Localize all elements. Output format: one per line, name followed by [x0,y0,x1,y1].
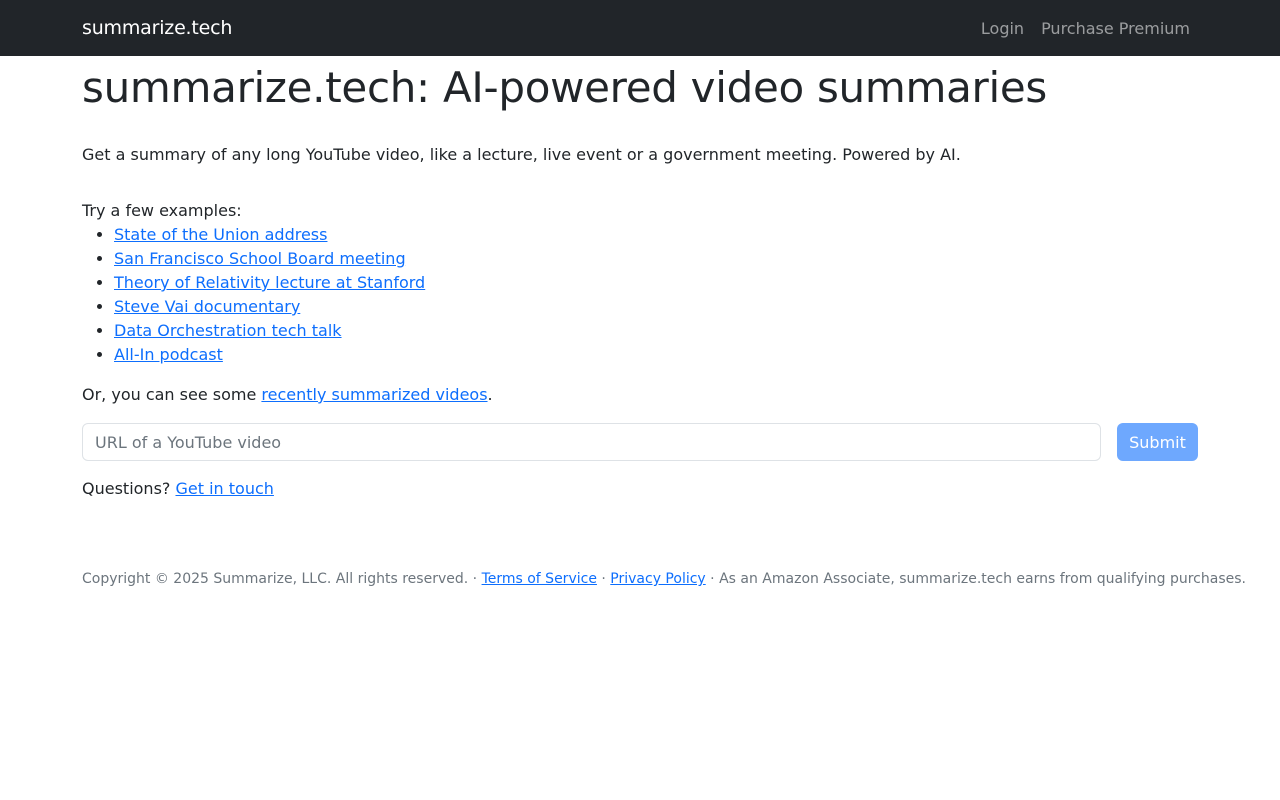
example-item: Data Orchestration tech talk [114,319,1198,343]
lead-text: Get a summary of any long YouTube video,… [82,145,961,164]
example-item: Steve Vai documentary [114,295,1198,319]
get-in-touch-link[interactable]: Get in touch [175,479,273,498]
footer-separator: · [705,571,720,587]
youtube-url-input[interactable] [82,423,1101,461]
purchase-premium-link[interactable]: Purchase Premium [1041,19,1190,38]
footer-separator: · [596,571,611,587]
example-link-data-orchestration[interactable]: Data Orchestration tech talk [114,321,342,340]
submit-button[interactable]: Submit [1117,423,1198,461]
example-item: San Francisco School Board meeting [114,247,1198,271]
recent-suffix: . [487,385,493,404]
example-item: All-In podcast [114,343,1198,367]
example-link-steve-vai[interactable]: Steve Vai documentary [114,297,300,316]
examples-intro: Try a few examples: [82,201,242,220]
login-link[interactable]: Login [981,19,1024,38]
terms-of-service-link[interactable]: Terms of Service [482,571,597,587]
brand-link[interactable]: summarize.tech [82,17,232,39]
recent-videos-text: Or, you can see some recently summarized… [82,383,1198,407]
example-link-all-in-podcast[interactable]: All-In podcast [114,345,223,364]
recent-prefix: Or, you can see some [82,385,262,404]
main-content: summarize.tech: AI-powered video summari… [0,64,1280,590]
questions-prefix: Questions? [82,479,176,498]
privacy-policy-link[interactable]: Privacy Policy [610,571,705,587]
example-link-relativity-lecture[interactable]: Theory of Relativity lecture at Stanford [114,273,425,292]
examples-list: State of the Union address San Francisco… [82,223,1198,367]
footer-separator: · [468,571,482,587]
amazon-disclosure: As an Amazon Associate, summarize.tech e… [719,571,1246,587]
page-title: summarize.tech: AI-powered video summari… [82,63,1047,112]
summarize-form: Submit [82,423,1198,461]
example-link-sf-school-board[interactable]: San Francisco School Board meeting [114,249,406,268]
recent-videos-link[interactable]: recently summarized videos [261,385,487,404]
copyright-text: Copyright © 2025 Summarize, LLC. All rig… [82,571,469,587]
nav-links: Login Purchase Premium [981,19,1190,38]
example-link-state-of-union[interactable]: State of the Union address [114,225,327,244]
questions-text: Questions? Get in touch [82,477,1198,501]
top-navbar: summarize.tech Login Purchase Premium [0,0,1280,56]
example-item: State of the Union address [114,223,1198,247]
example-item: Theory of Relativity lecture at Stanford [114,271,1198,295]
footer: Copyright © 2025 Summarize, LLC. All rig… [82,569,1246,590]
